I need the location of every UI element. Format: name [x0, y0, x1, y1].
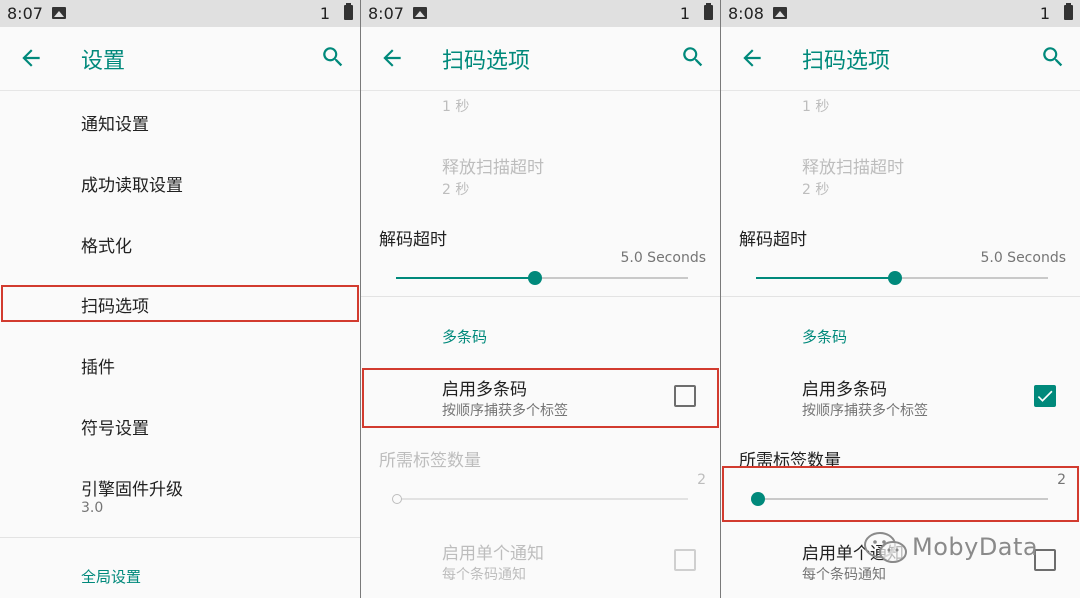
- decode-timeout-slider-thumb[interactable]: [528, 271, 542, 285]
- release-timeout-title: 释放扫描超时: [442, 158, 544, 178]
- check-icon: [1037, 390, 1053, 402]
- status-time: 8:07: [7, 4, 43, 23]
- status-bar: 8:07 1: [0, 0, 360, 27]
- image-notification-icon: [52, 7, 66, 19]
- screenshot-collage: 8:07 1 设置 通知设置 成功读取设置 格式化 扫码选项 插件 符号设置 引…: [0, 0, 1080, 598]
- status-time: 8:08: [728, 4, 764, 23]
- decode-timeout-slider-thumb[interactable]: [888, 271, 902, 285]
- sim-indicator: 1: [1039, 4, 1050, 23]
- app-bar: 扫码选项: [361, 27, 720, 91]
- decode-timeout-slider-fill: [396, 277, 535, 279]
- battery-icon: [344, 3, 353, 20]
- release-timeout-value: 2 秒: [442, 182, 470, 198]
- decode-timeout-slider-fill: [756, 277, 895, 279]
- enable-multi-barcode-title: 启用多条码: [802, 380, 887, 400]
- required-tag-count-title: 所需标签数量: [379, 451, 481, 471]
- decode-timeout-value: 5.0 Seconds: [620, 250, 706, 266]
- required-tag-count-value: 2: [697, 472, 706, 488]
- sim-indicator: 1: [319, 4, 330, 23]
- required-tag-count-slider-track[interactable]: [400, 498, 688, 500]
- release-timeout-title: 释放扫描超时: [802, 158, 904, 178]
- menu-item-notification[interactable]: 通知设置: [81, 110, 149, 135]
- enable-multi-barcode-checkbox[interactable]: [1034, 385, 1056, 407]
- arrow-left-icon[interactable]: [18, 45, 44, 71]
- enable-multi-barcode-summary: 按顺序捕获多个标签: [802, 403, 928, 419]
- required-tag-count-slider-thumb[interactable]: [392, 494, 402, 504]
- menu-item-symbology[interactable]: 符号设置: [81, 414, 149, 439]
- highlight-box: [362, 368, 719, 428]
- single-notify-checkbox[interactable]: [674, 549, 696, 571]
- page-title: 扫码选项: [442, 49, 531, 74]
- battery-icon: [704, 3, 713, 20]
- watermark-text: MobyData: [912, 533, 1039, 561]
- image-notification-icon: [773, 7, 787, 19]
- menu-item-format[interactable]: 格式化: [81, 232, 132, 257]
- magnifier-icon[interactable]: [320, 44, 346, 70]
- menu-item-firmware-upgrade[interactable]: 引擎固件升级: [81, 475, 183, 500]
- status-bar: 8:07 1: [361, 0, 720, 27]
- sim-indicator: 1: [679, 4, 690, 23]
- app-bar: 扫码选项: [721, 27, 1080, 91]
- divider: [721, 296, 1080, 297]
- release-timeout-value: 2 秒: [802, 182, 830, 198]
- status-time: 8:07: [368, 4, 404, 23]
- battery-icon: [1064, 3, 1073, 20]
- page-title: 扫码选项: [802, 49, 891, 74]
- single-notify-summary: 每个条码通知: [802, 567, 886, 583]
- trigger-timeout-value: 1 秒: [442, 99, 470, 115]
- decode-timeout-title: 解码超时: [379, 230, 447, 250]
- magnifier-icon[interactable]: [680, 44, 706, 70]
- category-multi-barcode: 多条码: [442, 328, 488, 346]
- single-notify-summary: 每个条码通知: [442, 567, 526, 583]
- highlight-box: [722, 466, 1079, 522]
- image-notification-icon: [413, 7, 427, 19]
- decode-timeout-title: 解码超时: [739, 230, 807, 250]
- scan-options-screen-before: 8:07 1 扫码选项 1 秒 释放扫描超时 2 秒 解码超时 5.0 Seco…: [361, 0, 720, 598]
- decode-timeout-value: 5.0 Seconds: [980, 250, 1066, 266]
- trigger-timeout-value: 1 秒: [802, 99, 830, 115]
- single-notify-title: 启用单个通知: [442, 544, 544, 564]
- divider: [0, 537, 360, 538]
- scan-options-screen-after: 8:08 1 扫码选项 1 秒 释放扫描超时 2 秒 解码超时 5.0 Seco…: [721, 0, 1080, 598]
- divider: [361, 296, 720, 297]
- settings-screen: 8:07 1 设置 通知设置 成功读取设置 格式化 扫码选项 插件 符号设置 引…: [0, 0, 360, 598]
- wechat-icon: [864, 532, 907, 563]
- menu-item-plugins[interactable]: 插件: [81, 353, 115, 378]
- app-bar: 设置: [0, 27, 360, 91]
- page-title: 设置: [81, 49, 126, 74]
- category-multi-barcode: 多条码: [802, 328, 848, 346]
- menu-item-read-success[interactable]: 成功读取设置: [81, 171, 183, 196]
- status-bar: 8:08 1: [721, 0, 1080, 27]
- arrow-left-icon[interactable]: [739, 45, 765, 71]
- firmware-version: 3.0: [81, 500, 104, 516]
- magnifier-icon[interactable]: [1040, 44, 1066, 70]
- arrow-left-icon[interactable]: [379, 45, 405, 71]
- category-global-settings: 全局设置: [81, 568, 142, 586]
- highlight-box: [1, 285, 359, 322]
